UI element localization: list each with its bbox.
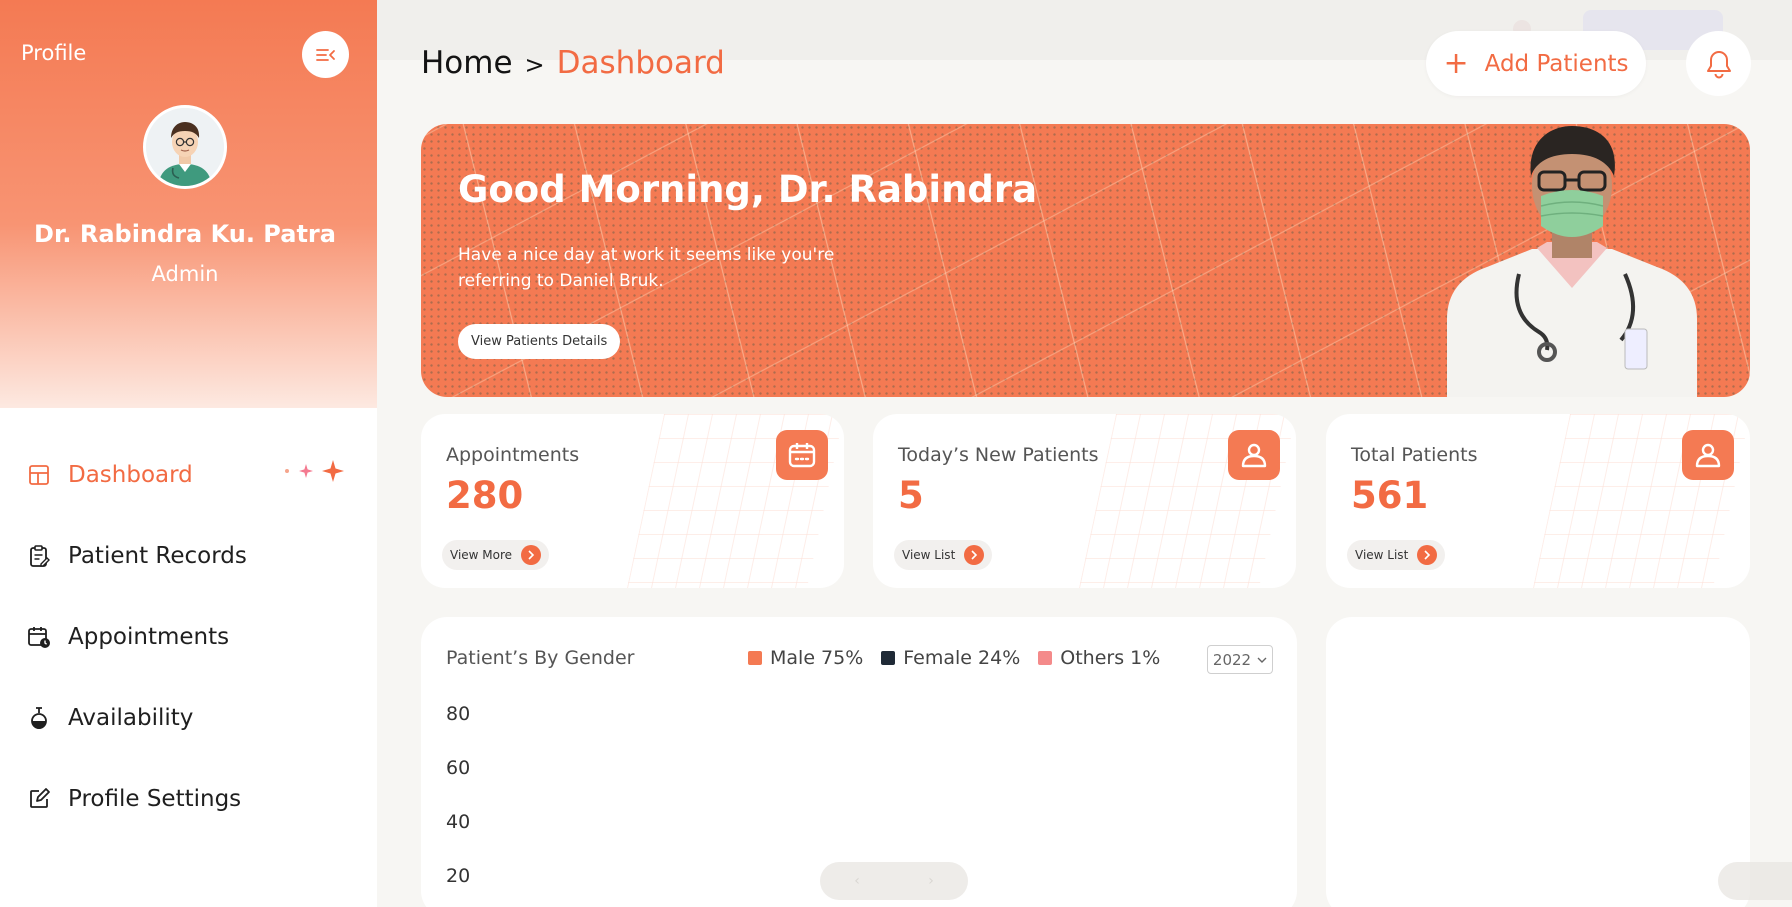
stat-label: Appointments <box>446 444 580 466</box>
stat-link-label: View More <box>450 548 513 562</box>
y-tick-label: 20 <box>446 865 471 887</box>
stat-link-label: View List <box>1355 548 1409 562</box>
y-tick-label: 60 <box>446 757 471 779</box>
breadcrumb-separator: > <box>524 51 545 79</box>
view-more-button[interactable]: View More <box>442 540 550 570</box>
collapse-sidebar-button[interactable] <box>302 31 349 78</box>
greeting-subtitle: Have a nice day at work it seems like yo… <box>458 245 835 291</box>
chevron-right-icon <box>1417 545 1438 565</box>
sidebar-item-dashboard[interactable]: Dashboard <box>26 455 193 495</box>
breadcrumb-current: Dashboard <box>556 45 725 81</box>
greeting-title: Good Morning, Dr. Rabindra <box>458 168 1038 211</box>
sidebar-item-label: Dashboard <box>68 462 193 488</box>
calendar-icon <box>776 430 828 480</box>
user-icon <box>1682 430 1734 480</box>
y-tick-label: 80 <box>446 703 471 725</box>
doctor-name: Dr. Rabindra Ku. Patra <box>34 220 336 248</box>
add-patients-label: Add Patients <box>1484 50 1629 77</box>
legend-item-others: Others 1% <box>1038 647 1160 669</box>
year-select[interactable]: 2022 <box>1207 645 1273 674</box>
breadcrumb: Home > Dashboard <box>421 45 725 85</box>
clipboard-icon <box>26 543 52 569</box>
overlay-pager: ‹ › <box>820 862 968 900</box>
sparkle-icon <box>284 460 344 482</box>
welcome-banner: Good Morning, Dr. Rabindra Have a nice d… <box>421 124 1750 397</box>
sidebar-item-appointments[interactable]: Appointments <box>26 617 229 657</box>
chevron-right-icon: › <box>928 873 934 889</box>
side-panel-card <box>1326 617 1750 907</box>
chevron-right-icon <box>521 545 542 565</box>
sidebar-item-availability[interactable]: Availability <box>26 698 193 738</box>
notifications-button[interactable] <box>1686 31 1751 96</box>
profile-panel: Profile Dr. Rabindra Ku. Patra Admin <box>0 0 377 408</box>
bell-icon <box>1706 50 1731 78</box>
year-select-value: 2022 <box>1212 650 1252 669</box>
doctor-role: Admin <box>151 262 219 286</box>
edit-icon <box>26 786 52 812</box>
view-patients-details-button[interactable]: View Patients Details <box>458 324 621 359</box>
legend-item-female: Female 24% <box>881 647 1020 669</box>
stat-value: 5 <box>898 474 924 517</box>
add-patients-button[interactable]: + Add Patients <box>1426 31 1646 96</box>
stat-value: 561 <box>1351 474 1429 517</box>
overlay-pill <box>1718 862 1792 900</box>
chevron-right-icon <box>964 545 985 565</box>
chart-title: Patient’s By Gender <box>446 647 635 669</box>
breadcrumb-home[interactable]: Home <box>421 45 513 85</box>
sidebar: Profile Dr. Rabindra Ku. Patra Admin Das… <box>0 0 377 907</box>
timer-icon <box>26 705 52 731</box>
view-list-button[interactable]: View List <box>1347 540 1446 570</box>
collapse-menu-icon <box>315 48 335 61</box>
sidebar-item-patient-records[interactable]: Patient Records <box>26 536 247 576</box>
calendar-clock-icon <box>26 624 52 650</box>
plus-icon: + <box>1443 45 1469 81</box>
sidebar-item-label: Availability <box>68 705 194 731</box>
profile-title: Profile <box>21 41 87 65</box>
sidebar-item-label: Profile Settings <box>68 786 242 812</box>
avatar <box>143 105 227 189</box>
total-patients-card: Total Patients 561 View List <box>1326 414 1750 588</box>
view-list-button[interactable]: View List <box>894 540 993 570</box>
todays-new-patients-card: Today’s New Patients 5 View List <box>873 414 1296 588</box>
chevron-left-icon: ‹ <box>854 873 860 889</box>
stat-value: 280 <box>446 474 524 517</box>
chevron-down-icon <box>1257 657 1267 663</box>
stat-link-label: View List <box>902 548 956 562</box>
stat-label: Total Patients <box>1351 444 1478 466</box>
sidebar-item-label: Appointments <box>68 624 230 650</box>
legend-item-male: Male 75% <box>748 647 863 669</box>
y-tick-label: 40 <box>446 811 471 833</box>
stat-label: Today’s New Patients <box>898 444 1099 466</box>
chart-legend: Male 75% Female 24% Others 1% <box>748 647 1160 669</box>
sidebar-item-profile-settings[interactable]: Profile Settings <box>26 779 241 819</box>
user-icon <box>1228 430 1280 480</box>
sidebar-item-label: Patient Records <box>68 543 247 569</box>
appointments-card: Appointments 280 View More <box>421 414 844 588</box>
dashboard-icon <box>26 462 52 488</box>
doctor-photo <box>1447 126 1697 397</box>
